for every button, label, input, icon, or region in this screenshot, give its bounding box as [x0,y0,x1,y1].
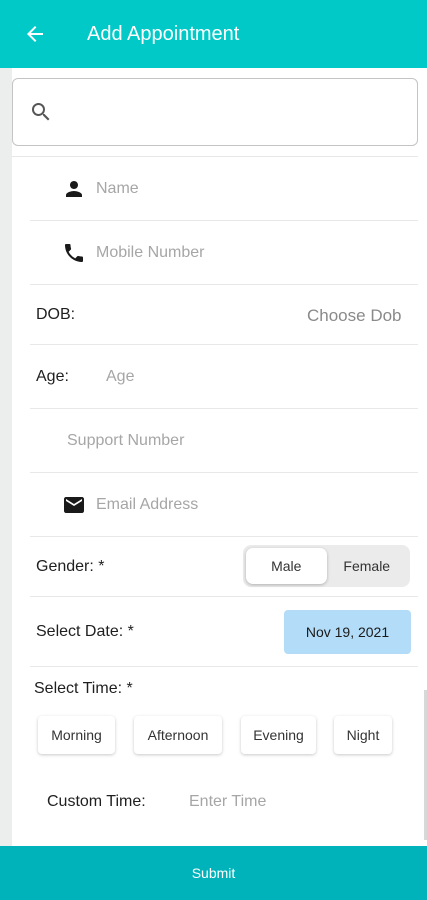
choose-dob-button[interactable]: Choose Dob [307,306,402,326]
search-input[interactable] [12,78,418,146]
select-date-label: Select Date: * [36,623,134,640]
divider [30,596,418,597]
divider [30,284,418,285]
back-button[interactable] [0,0,70,68]
divider [30,666,418,667]
custom-time-label: Custom Time: [47,793,146,810]
divider [30,472,418,473]
age-field[interactable]: Age [106,368,134,386]
time-afternoon-chip[interactable]: Afternoon [134,716,222,754]
divider [30,344,418,345]
divider [30,536,418,537]
divider [30,408,418,409]
date-picker-button[interactable]: Nov 19, 2021 [284,610,411,654]
time-night-chip[interactable]: Night [334,716,392,754]
gender-toggle: Male Female [243,545,410,587]
back-arrow-icon [27,26,43,42]
person-icon [66,181,82,197]
search-icon [32,103,50,121]
mobile-number-field[interactable]: Mobile Number [96,244,204,262]
gender-male-option[interactable]: Male [246,548,327,584]
page-title: Add Appointment [87,22,240,45]
gender-label: Gender: * [36,558,105,575]
divider [12,156,418,157]
time-morning-chip[interactable]: Morning [38,716,115,754]
dob-label: DOB: [36,306,76,323]
email-icon [64,497,84,513]
divider [30,220,418,221]
select-time-label: Select Time: * [34,680,133,697]
time-evening-chip[interactable]: Evening [241,716,316,754]
phone-icon [65,244,83,262]
app-bar: Add Appointment [0,0,427,68]
email-field[interactable]: Email Address [96,496,198,514]
age-label: Age: [36,368,69,385]
name-field[interactable]: Name [96,180,139,198]
custom-time-field[interactable]: Enter Time [189,793,266,811]
submit-button[interactable]: Submit [0,846,427,900]
gender-female-option[interactable]: Female [327,548,408,584]
support-number-field[interactable]: Support Number [67,432,184,450]
